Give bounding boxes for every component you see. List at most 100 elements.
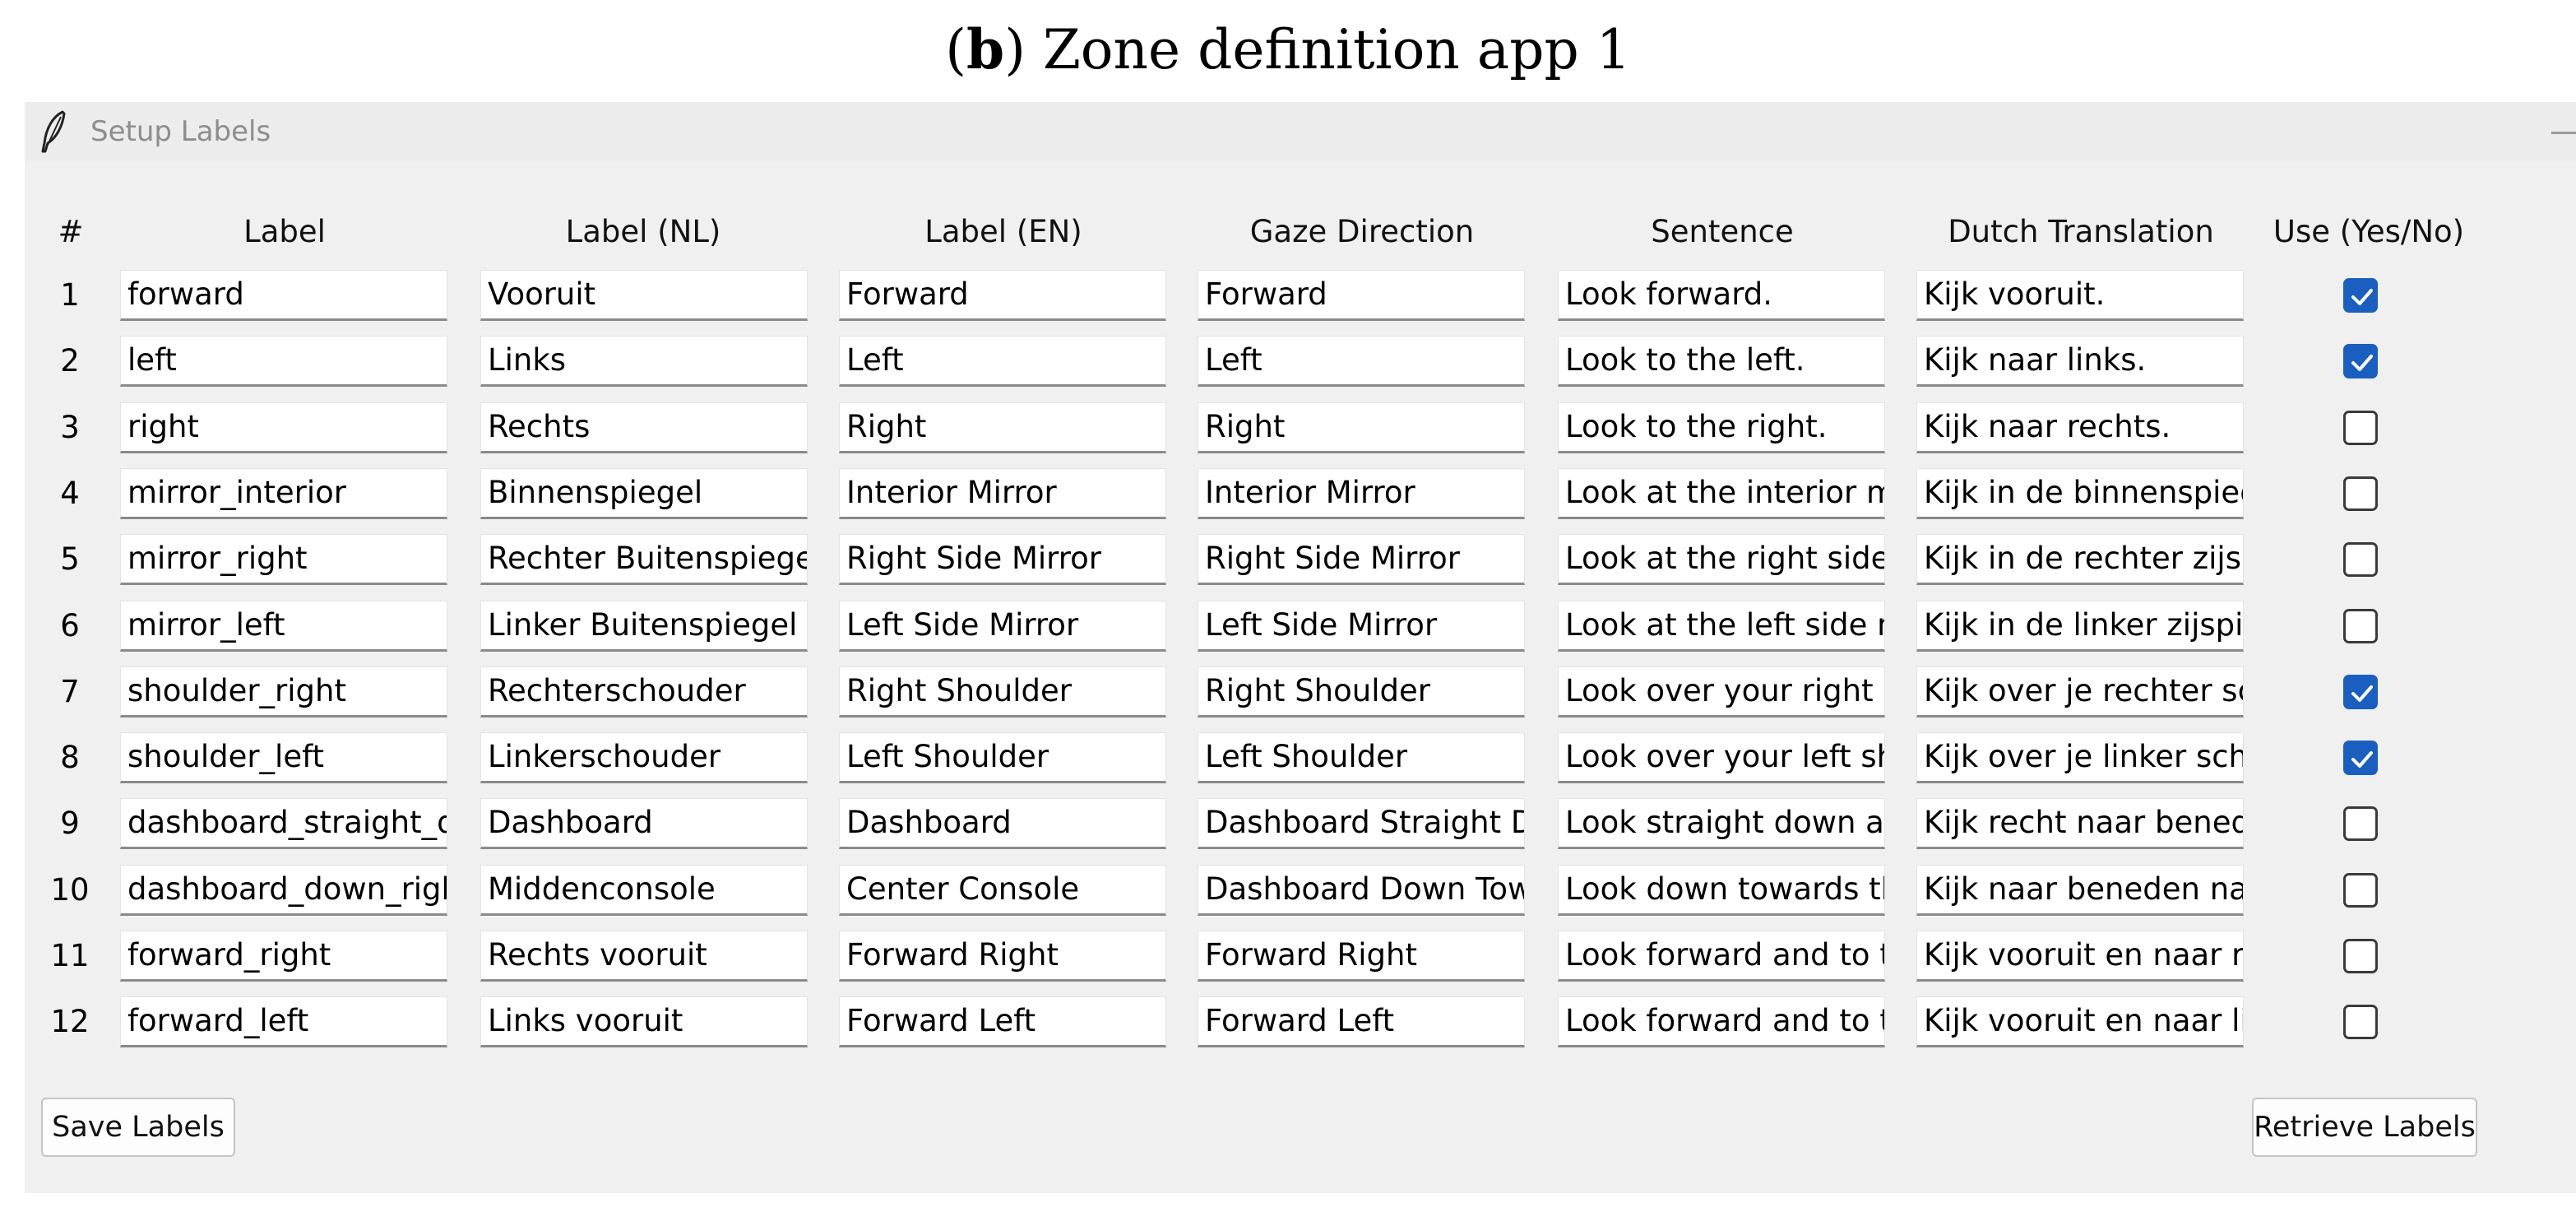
label-field[interactable]: dashboard_down_right (120, 865, 447, 916)
dutch-translation-field[interactable]: Kijk in de linker zijspieg (1916, 601, 2244, 652)
label-en-field[interactable]: Left (839, 336, 1166, 387)
gaze-direction-field[interactable]: Forward Left (1198, 996, 1525, 1047)
dutch-translation-field[interactable]: Kijk naar rechts. (1916, 402, 2244, 453)
gaze-direction-field[interactable]: Right Shoulder (1198, 666, 1525, 717)
label-field[interactable]: shoulder_left (120, 732, 447, 783)
sentence-field[interactable]: Look at the interior mir (1558, 468, 1885, 519)
caption-panel: (b) (945, 17, 1026, 81)
use-checkbox[interactable] (2343, 344, 2378, 378)
title-bar: Setup Labels (25, 102, 2576, 161)
dutch-translation-field[interactable]: Kijk vooruit en naar rec (1916, 931, 2244, 982)
checkmark-icon (2351, 289, 2373, 305)
row-number: 2 (60, 343, 80, 378)
label-field[interactable]: dashboard_straight_do (120, 798, 447, 849)
label-nl-field[interactable]: Links (480, 336, 808, 387)
row-number: 6 (60, 608, 80, 643)
label-nl-field[interactable]: Linker Buitenspiegel (480, 601, 808, 652)
dutch-translation-field[interactable]: Kijk naar beneden naar (1916, 865, 2244, 916)
use-checkbox[interactable] (2343, 1005, 2378, 1039)
gaze-direction-field[interactable]: Left (1198, 336, 1525, 387)
sentence-field[interactable]: Look at the right side n (1558, 534, 1885, 585)
use-checkbox[interactable] (2343, 542, 2378, 577)
use-checkbox[interactable] (2343, 609, 2378, 643)
label-nl-field[interactable]: Dashboard (480, 798, 808, 849)
gaze-direction-field[interactable]: Left Shoulder (1198, 732, 1525, 783)
label-nl-field[interactable]: Rechts vooruit (480, 931, 808, 982)
use-checkbox[interactable] (2343, 278, 2378, 313)
row-number: 1 (60, 277, 80, 313)
label-field[interactable]: mirror_interior (120, 468, 447, 519)
label-en-field[interactable]: Forward Left (839, 996, 1166, 1047)
header-gaze-direction: Gaze Direction (1249, 214, 1475, 249)
dutch-translation-field[interactable]: Kijk recht naar beneder (1916, 798, 2244, 849)
label-en-field[interactable]: Center Console (839, 865, 1166, 916)
sentence-field[interactable]: Look forward. (1558, 270, 1885, 321)
sentence-field[interactable]: Look straight down at t (1558, 798, 1885, 849)
use-checkbox[interactable] (2343, 741, 2378, 775)
label-nl-field[interactable]: Rechterschouder (480, 666, 808, 717)
label-field[interactable]: mirror_right (120, 534, 447, 585)
use-checkbox[interactable] (2343, 939, 2378, 973)
label-nl-field[interactable]: Vooruit (480, 270, 808, 321)
label-en-field[interactable]: Right (839, 402, 1166, 453)
sentence-field[interactable]: Look to the right. (1558, 402, 1885, 453)
sentence-field[interactable]: Look over your right sh (1558, 666, 1885, 717)
label-en-field[interactable]: Forward Right (839, 931, 1166, 982)
use-checkbox[interactable] (2343, 411, 2378, 445)
dutch-translation-field[interactable]: Kijk naar links. (1916, 336, 2244, 387)
dutch-translation-field[interactable]: Kijk over je rechter sch (1916, 666, 2244, 717)
figure-caption: (b) Zone definition app 1 (0, 10, 2576, 90)
label-en-field[interactable]: Forward (839, 270, 1166, 321)
use-checkbox[interactable] (2343, 675, 2378, 709)
gaze-direction-field[interactable]: Dashboard Straight Do (1198, 798, 1525, 849)
header-label: Label (243, 214, 326, 249)
gaze-direction-field[interactable]: Right (1198, 402, 1525, 453)
label-field[interactable]: forward_left (120, 996, 447, 1047)
row-number: 12 (50, 1004, 90, 1039)
sentence-field[interactable]: Look at the left side mi (1558, 601, 1885, 652)
sentence-field[interactable]: Look down towards the (1558, 865, 1885, 916)
sentence-field[interactable]: Look forward and to th (1558, 996, 1885, 1047)
label-nl-field[interactable]: Linkerschouder (480, 732, 808, 783)
label-en-field[interactable]: Right Shoulder (839, 666, 1166, 717)
label-field[interactable]: left (120, 336, 447, 387)
label-nl-field[interactable]: Rechter Buitenspiegel (480, 534, 808, 585)
label-nl-field[interactable]: Rechts (480, 402, 808, 453)
label-field[interactable]: mirror_left (120, 601, 447, 652)
row-number: 4 (60, 476, 80, 511)
sentence-field[interactable]: Look forward and to th (1558, 931, 1885, 982)
retrieve-labels-button[interactable]: Retrieve Labels (2252, 1098, 2477, 1157)
checkmark-icon (2351, 355, 2373, 371)
use-checkbox[interactable] (2343, 806, 2378, 841)
dutch-translation-field[interactable]: Kijk over je linker schou (1916, 732, 2244, 783)
save-labels-button[interactable]: Save Labels (41, 1098, 235, 1157)
gaze-direction-field[interactable]: Dashboard Down Towa (1198, 865, 1525, 916)
sentence-field[interactable]: Look over your left sho (1558, 732, 1885, 783)
label-en-field[interactable]: Left Shoulder (839, 732, 1166, 783)
minimize-button[interactable] (2551, 132, 2576, 134)
dutch-translation-field[interactable]: Kijk vooruit. (1916, 270, 2244, 321)
dutch-translation-field[interactable]: Kijk in de binnenspiege (1916, 468, 2244, 519)
label-nl-field[interactable]: Links vooruit (480, 996, 808, 1047)
label-field[interactable]: forward (120, 270, 447, 321)
gaze-direction-field[interactable]: Forward (1198, 270, 1525, 321)
label-en-field[interactable]: Dashboard (839, 798, 1166, 849)
dutch-translation-field[interactable]: Kijk in de rechter zijspie (1916, 534, 2244, 585)
gaze-direction-field[interactable]: Interior Mirror (1198, 468, 1525, 519)
label-field[interactable]: shoulder_right (120, 666, 447, 717)
label-field[interactable]: forward_right (120, 931, 447, 982)
label-en-field[interactable]: Right Side Mirror (839, 534, 1166, 585)
gaze-direction-field[interactable]: Left Side Mirror (1198, 601, 1525, 652)
label-field[interactable]: right (120, 402, 447, 453)
label-nl-field[interactable]: Binnenspiegel (480, 468, 808, 519)
gaze-direction-field[interactable]: Forward Right (1198, 931, 1525, 982)
use-checkbox[interactable] (2343, 873, 2378, 908)
label-en-field[interactable]: Left Side Mirror (839, 601, 1166, 652)
label-nl-field[interactable]: Middenconsole (480, 865, 808, 916)
checkmark-icon (2351, 685, 2373, 702)
gaze-direction-field[interactable]: Right Side Mirror (1198, 534, 1525, 585)
sentence-field[interactable]: Look to the left. (1558, 336, 1885, 387)
use-checkbox[interactable] (2343, 476, 2378, 511)
dutch-translation-field[interactable]: Kijk vooruit en naar linl (1916, 996, 2244, 1047)
label-en-field[interactable]: Interior Mirror (839, 468, 1166, 519)
